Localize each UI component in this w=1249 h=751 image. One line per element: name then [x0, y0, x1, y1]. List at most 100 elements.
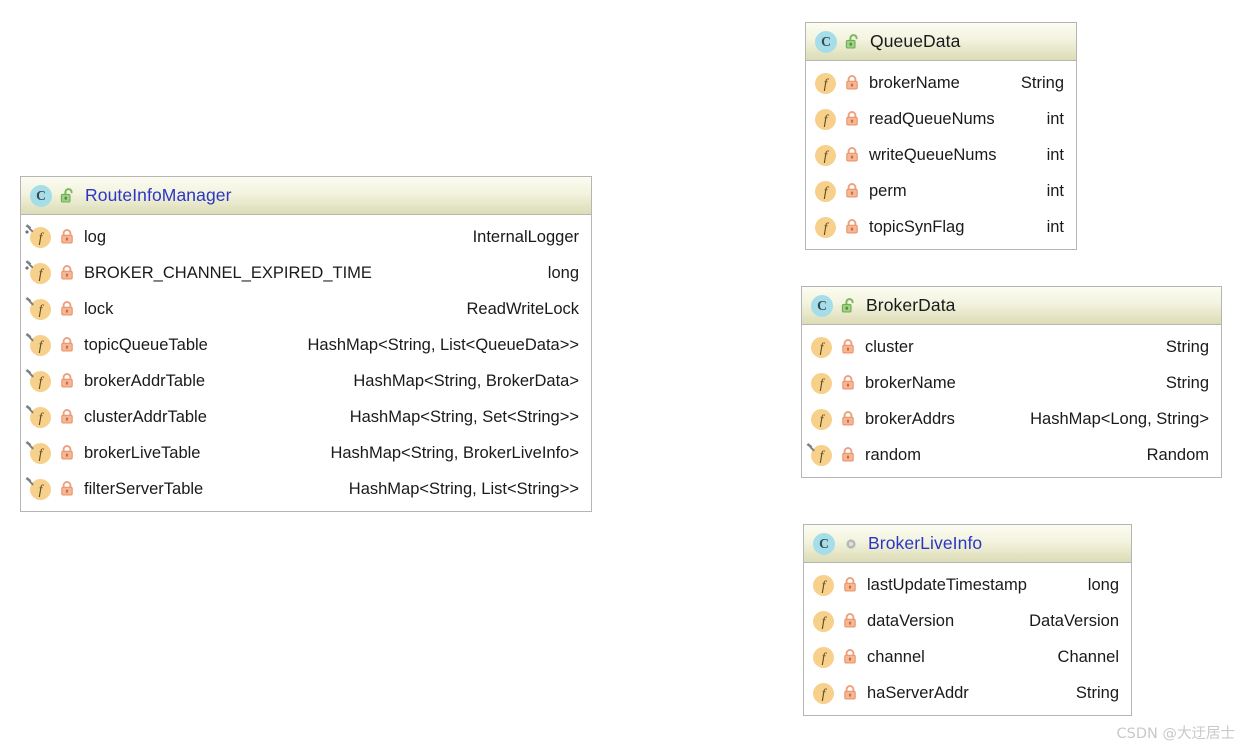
field-row[interactable]: f writeQueueNums int — [806, 137, 1076, 173]
lock-icon — [845, 146, 859, 164]
class-body-queue-data: f brokerName String f readQueueNums int f write… — [806, 61, 1076, 249]
watermark: CSDN @大迂居士 — [1116, 726, 1235, 742]
field-type: String — [1020, 73, 1064, 92]
lock-icon — [843, 684, 857, 702]
field-type: int — [1046, 109, 1064, 128]
field-type: HashMap<String, List<String>> — [348, 479, 579, 498]
field-name: topicQueueTable — [84, 335, 208, 354]
field-icon: f — [815, 180, 836, 202]
field-type: String — [1165, 337, 1209, 356]
class-header-route-info-manager[interactable]: C RouteInfoManager — [21, 177, 591, 215]
field-type: int — [1046, 217, 1064, 236]
field-icon: f — [25, 259, 51, 284]
lock-icon — [60, 408, 74, 426]
class-body-route-info-manager: f log InternalLogger f BROKER_CHANNEL_EXPIRE… — [21, 215, 591, 511]
field-row[interactable]: f brokerAddrs HashMap<Long, String> — [802, 401, 1221, 437]
field-icon: f — [811, 372, 832, 394]
field-row[interactable]: f random Random — [802, 437, 1221, 473]
final-marker-icon — [24, 439, 40, 455]
field-name: lock — [84, 299, 114, 318]
field-row[interactable]: f readQueueNums int — [806, 101, 1076, 137]
unlock-icon — [60, 187, 76, 205]
field-icon: f — [25, 476, 51, 500]
field-type: Random — [1146, 445, 1209, 464]
class-title: BrokerLiveInfo — [868, 533, 983, 553]
lock-icon — [841, 374, 855, 392]
class-icon: C — [813, 532, 835, 555]
field-type: DataVersion — [1029, 611, 1119, 630]
field-type: InternalLogger — [472, 227, 579, 246]
field-icon: f — [25, 296, 51, 320]
class-box-broker-live-info[interactable]: C BrokerLiveInfo f lastUpdateTimestamp long f… — [803, 524, 1132, 716]
field-row[interactable]: f perm int — [806, 173, 1076, 209]
field-type: HashMap<Long, String> — [1030, 409, 1209, 428]
field-type: HashMap<String, BrokerData> — [353, 371, 579, 390]
class-icon: C — [811, 294, 833, 317]
lock-icon — [843, 576, 857, 594]
field-icon: f — [813, 574, 834, 596]
field-row[interactable]: f channel Channel — [804, 639, 1131, 675]
field-type: Channel — [1057, 647, 1119, 666]
field-row[interactable]: f topicSynFlag int — [806, 209, 1076, 245]
field-name: log — [84, 227, 107, 246]
field-row[interactable]: f lock ReadWriteLock — [21, 291, 591, 327]
field-name: readQueueNums — [869, 109, 995, 128]
field-type: int — [1046, 145, 1064, 164]
field-type: long — [1087, 575, 1119, 594]
field-row[interactable]: f BROKER_CHANNEL_EXPIRED_TIME long — [21, 255, 591, 291]
class-header-queue-data[interactable]: C QueueData — [806, 23, 1076, 61]
field-row[interactable]: f brokerLiveTable HashMap<String, BrokerLi… — [21, 435, 591, 471]
field-row[interactable]: f clusterAddrTable HashMap<String, Set<Str… — [21, 399, 591, 435]
class-icon: C — [815, 30, 837, 53]
final-marker-icon — [805, 441, 821, 457]
field-name: writeQueueNums — [869, 145, 997, 164]
final-marker-icon — [24, 403, 40, 419]
class-box-broker-data[interactable]: C BrokerData f cluster String f brokerName Stri… — [801, 286, 1222, 478]
class-body-broker-data: f cluster String f brokerName String f brokerAd… — [802, 325, 1221, 477]
lock-icon — [60, 372, 74, 390]
field-icon: f — [806, 442, 832, 466]
field-row[interactable]: f log InternalLogger — [21, 219, 591, 255]
field-name: lastUpdateTimestamp — [867, 575, 1027, 594]
field-type: String — [1165, 373, 1209, 392]
class-body-broker-live-info: f lastUpdateTimestamp long f dataVersion Data… — [804, 563, 1131, 715]
lock-icon — [841, 446, 855, 464]
lock-icon — [845, 218, 859, 236]
class-header-broker-live-info[interactable]: C BrokerLiveInfo — [804, 525, 1131, 563]
field-row[interactable]: f cluster String — [802, 329, 1221, 365]
lock-icon — [60, 300, 74, 318]
final-marker-icon — [24, 475, 40, 491]
field-icon: f — [813, 646, 834, 668]
lock-icon — [845, 74, 859, 92]
field-row[interactable]: f haServerAddr String — [804, 675, 1131, 711]
field-type: HashMap<String, List<QueueData>> — [307, 335, 579, 354]
lock-icon — [60, 480, 74, 498]
field-icon: f — [25, 440, 51, 464]
class-title: BrokerData — [866, 295, 956, 315]
field-row[interactable]: f brokerAddrTable HashMap<String, BrokerDa… — [21, 363, 591, 399]
field-row[interactable]: f brokerName String — [802, 365, 1221, 401]
field-type: int — [1046, 181, 1064, 200]
class-box-route-info-manager[interactable]: C RouteInfoManager f log InternalLogger f BROK… — [20, 176, 592, 512]
field-row[interactable]: f dataVersion DataVersion — [804, 603, 1131, 639]
field-icon: f — [815, 216, 836, 238]
field-name: cluster — [865, 337, 914, 356]
field-name: brokerLiveTable — [84, 443, 201, 462]
lock-icon — [60, 336, 74, 354]
field-name: brokerName — [869, 73, 960, 92]
lock-icon — [845, 182, 859, 200]
field-icon: f — [25, 332, 51, 356]
lock-icon — [845, 110, 859, 128]
lock-icon — [841, 338, 855, 356]
field-row[interactable]: f lastUpdateTimestamp long — [804, 567, 1131, 603]
field-name: perm — [869, 181, 907, 200]
field-icon: f — [25, 404, 51, 428]
field-row[interactable]: f filterServerTable HashMap<String, List<S… — [21, 471, 591, 507]
field-row[interactable]: f topicQueueTable HashMap<String, List<Que… — [21, 327, 591, 363]
lock-icon — [60, 264, 74, 282]
field-row[interactable]: f brokerName String — [806, 65, 1076, 101]
field-icon: f — [25, 368, 51, 392]
class-header-broker-data[interactable]: C BrokerData — [802, 287, 1221, 325]
final-marker-icon — [24, 295, 40, 311]
class-box-queue-data[interactable]: C QueueData f brokerName String f readQueueNum… — [805, 22, 1077, 250]
